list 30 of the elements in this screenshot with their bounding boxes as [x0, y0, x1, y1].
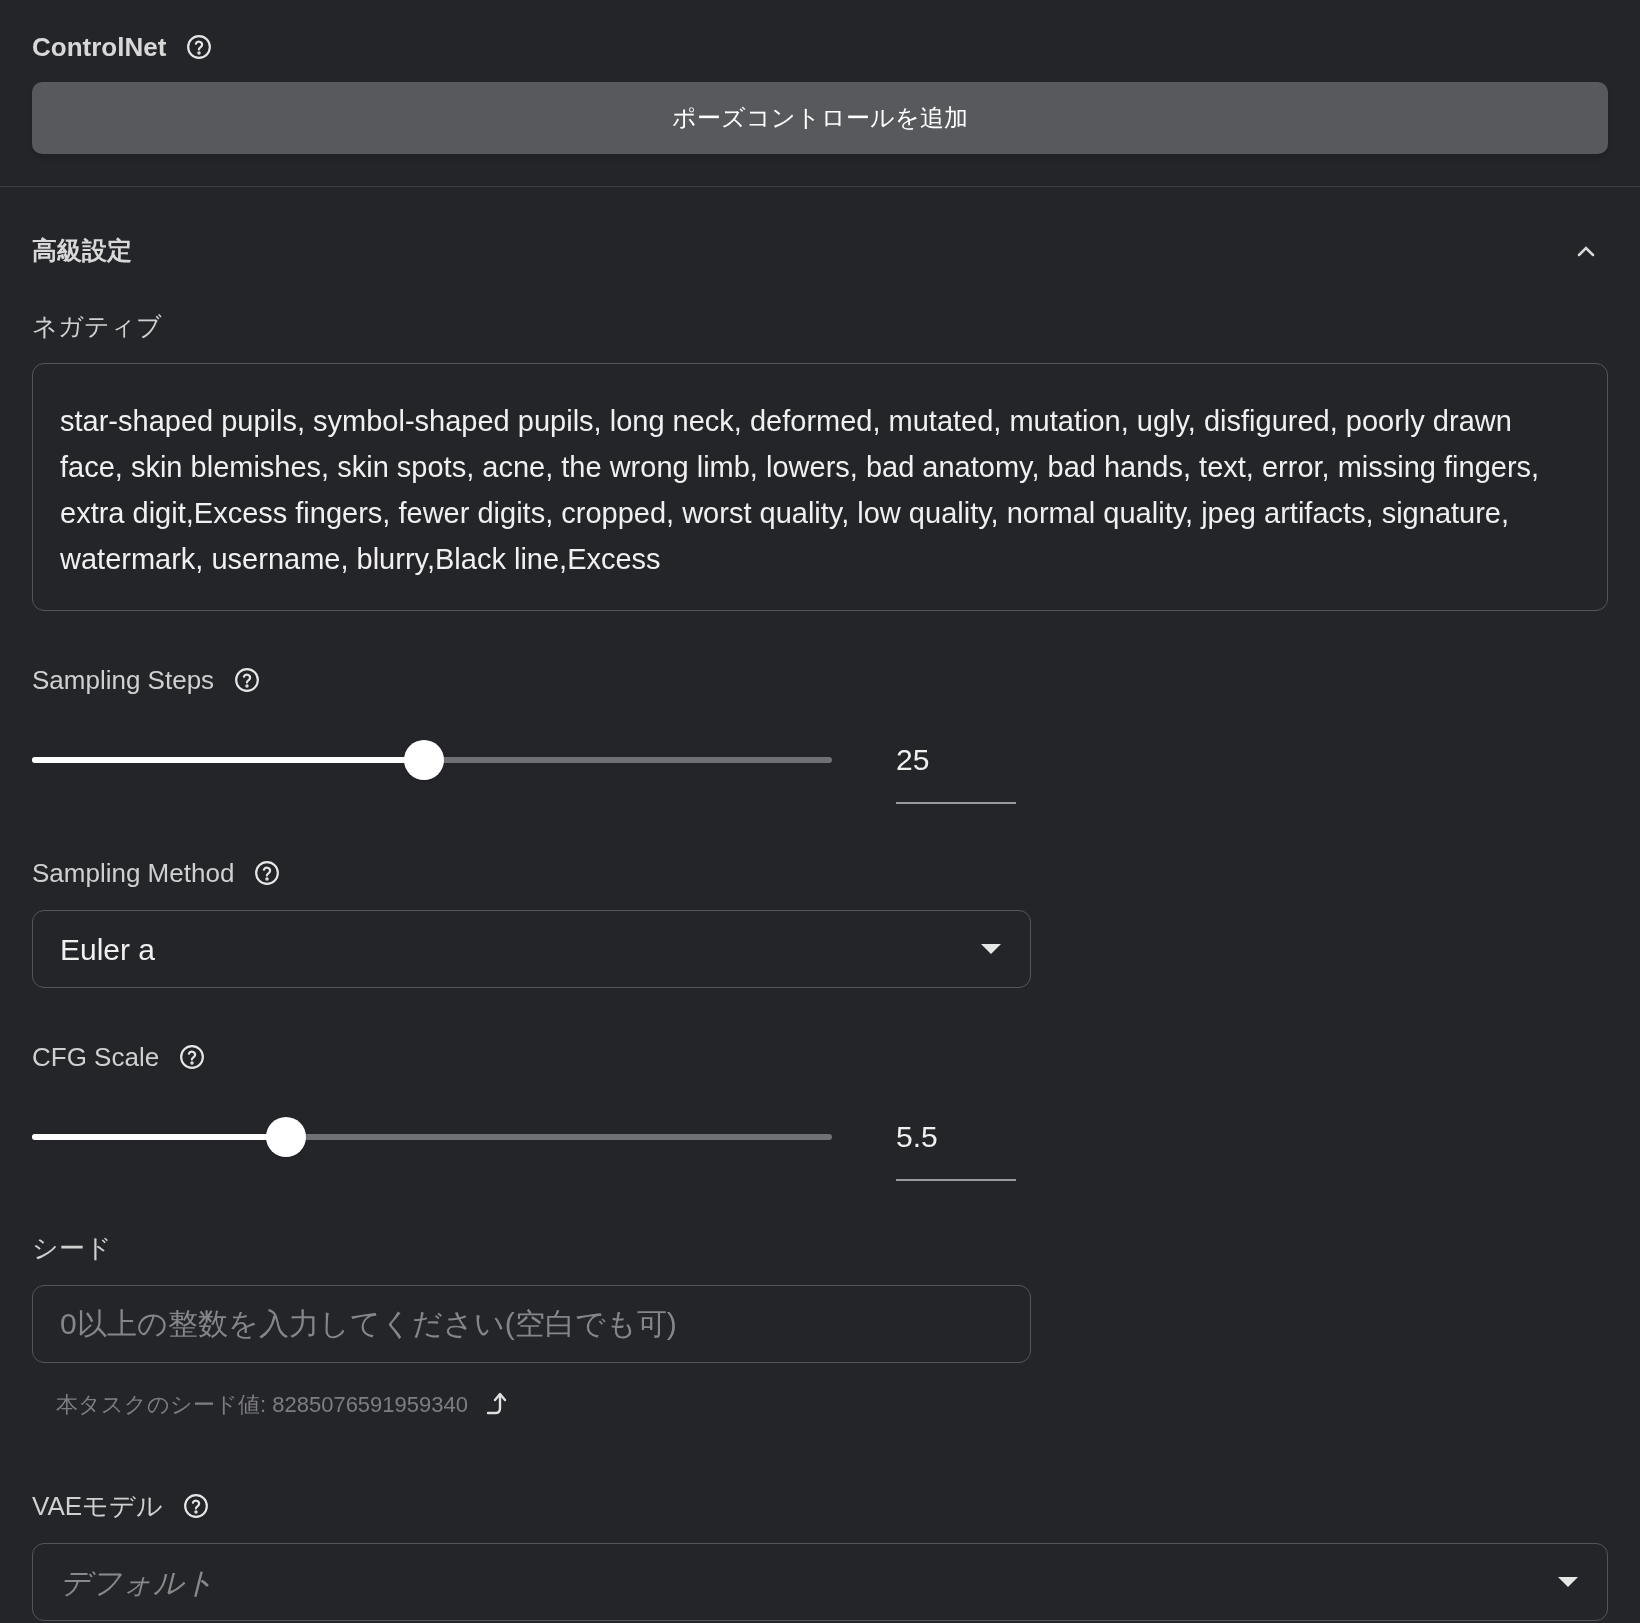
placeholder-text: デフォルト	[60, 1564, 215, 1601]
negative-prompt-field[interactable]: star-shaped pupils, symbol-shaped pupils, long neck, deformed, mutated, mutation, ugly, disfigured, poorly drawn face, skin blemishes, skin spots, acne, the wrong limb, lowers, bad anatomy, bad hands, text, error, missing fingers, extra digit,Excess fingers, fewer digits, cropped, worst quality, low quality, normal quality, jpeg artifacts, signature, watermark, username, blurry,Black line,Excess	[32, 363, 1608, 611]
dropdown-caret-icon	[980, 943, 1002, 955]
dropdown-field[interactable]: デフォルト	[32, 1543, 1608, 1621]
chevron-icon[interactable]	[1576, 245, 1596, 257]
seed-note: 本タスクのシード値: 8285076591959340	[56, 1390, 468, 1419]
slider-thumb[interactable]	[265, 1117, 306, 1157]
help-icon[interactable]	[254, 860, 281, 886]
help-icon[interactable]	[186, 34, 213, 60]
help-icon[interactable]	[179, 1044, 206, 1070]
dropdown-caret-icon	[1557, 1576, 1579, 1588]
section-title: 高級設定	[32, 235, 132, 267]
seed-input[interactable]: 0以上の整数を入力してください(空白でも可)	[32, 1285, 1031, 1363]
help-icon[interactable]	[234, 667, 261, 693]
field-label: Sampling Steps	[32, 663, 215, 697]
section-title: ControlNet	[32, 30, 167, 64]
field-label: Sampling Method	[32, 856, 235, 890]
add-pose-control-button[interactable]: ポーズコントロールを追加	[32, 82, 1608, 154]
field-label: ネガティブ	[32, 311, 163, 342]
selected-value: Euler a	[60, 931, 156, 968]
dropdown-field[interactable]: Euler a	[32, 910, 1031, 988]
slider[interactable]	[32, 740, 832, 780]
field-label: VAEモデル	[32, 1489, 164, 1523]
value-field[interactable]: 25	[896, 740, 1016, 804]
slider-thumb[interactable]	[404, 740, 444, 780]
value-field[interactable]: 5.5	[896, 1117, 1016, 1181]
help-icon[interactable]	[183, 1493, 210, 1519]
slider[interactable]	[32, 1117, 832, 1157]
field-label: シード	[32, 1231, 112, 1265]
field-label: CFG Scale	[32, 1040, 160, 1074]
